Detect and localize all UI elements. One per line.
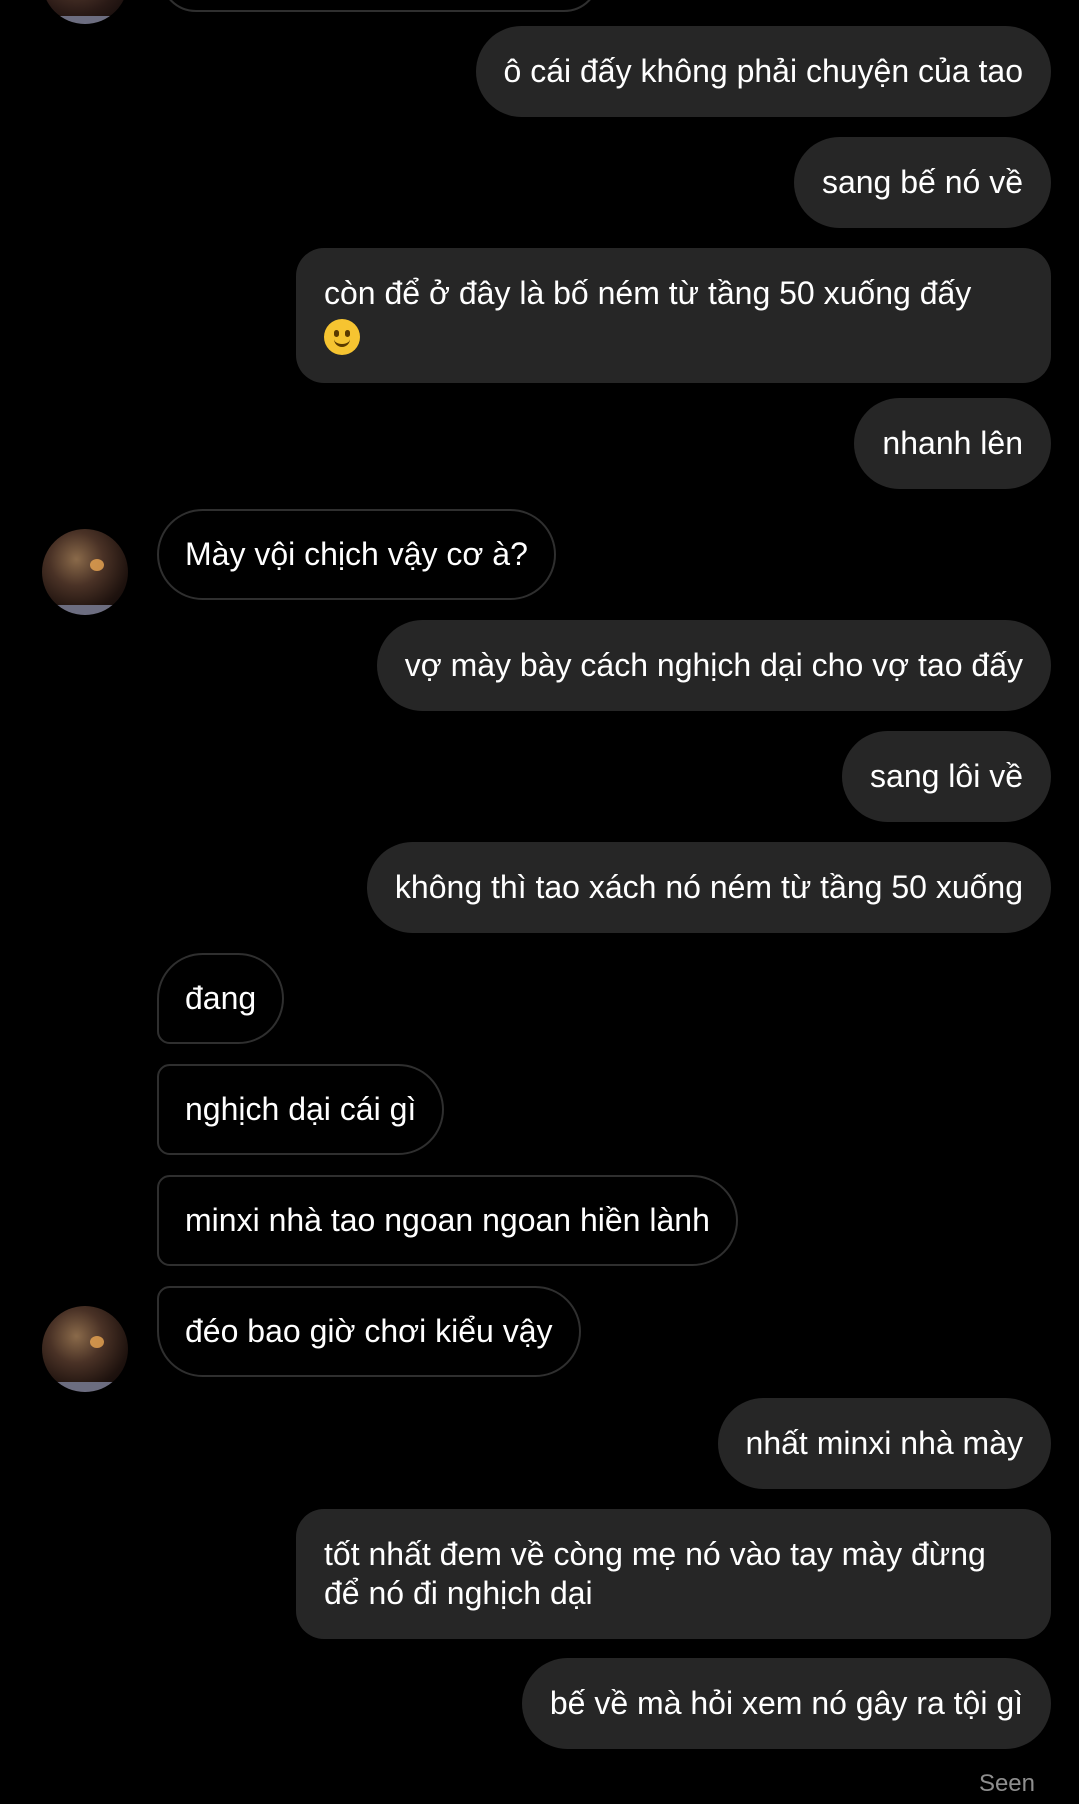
message-text: không thì tao xách nó ném từ tầng 50 xuố… bbox=[394, 869, 1023, 905]
seen-status: Seen bbox=[978, 1770, 1035, 1797]
outgoing-message-bubble[interactable]: nhất minxi nhà mày bbox=[717, 1398, 1051, 1489]
incoming-message-bubble[interactable]: đang bbox=[157, 953, 285, 1044]
message-text: ô cái đấy không phải chuyện của tao bbox=[503, 53, 1023, 89]
outgoing-message-bubble[interactable]: còn để ở đây là bố ném từ tầng 50 xuống … bbox=[296, 248, 1051, 383]
outgoing-message-bubble[interactable]: sang bế nó về bbox=[793, 137, 1051, 228]
message-text: sang lôi về bbox=[870, 758, 1023, 794]
avatar[interactable] bbox=[42, 1306, 128, 1392]
message-text: vợ mày bày cách nghịch dại cho vợ tao đấ… bbox=[404, 647, 1023, 683]
message-text: đéo bao giờ chơi kiểu vậy bbox=[185, 1313, 553, 1349]
outgoing-message-bubble[interactable]: không thì tao xách nó ném từ tầng 50 xuố… bbox=[366, 842, 1051, 933]
message-text: nhanh lên bbox=[882, 425, 1023, 461]
avatar[interactable] bbox=[42, 529, 128, 615]
message-text: Mày vội chịch vậy cơ à? bbox=[185, 536, 528, 572]
outgoing-message-bubble[interactable]: bế về mà hỏi xem nó gây ra tội gì bbox=[521, 1658, 1051, 1749]
incoming-message-bubble[interactable]: nghịch dại cái gì bbox=[157, 1064, 445, 1155]
outgoing-message-bubble[interactable]: sang lôi về bbox=[842, 731, 1051, 822]
incoming-message-bubble[interactable]: Mày vội chịch vậy cơ à? bbox=[157, 509, 556, 600]
outgoing-message-bubble[interactable]: nhanh lên bbox=[854, 398, 1051, 489]
message-text: tốt nhất đem về còng mẹ nó vào tay mày đ… bbox=[324, 1536, 986, 1611]
message-text: nghịch dại cái gì bbox=[185, 1091, 417, 1127]
incoming-message-bubble[interactable]: đéo bao giờ chơi kiểu vậy bbox=[157, 1286, 581, 1377]
message-text: nhất minxi nhà mày bbox=[745, 1425, 1023, 1461]
slightly-smiling-face-icon bbox=[324, 318, 360, 355]
message-text: minxi nhà tao ngoan ngoan hiền lành bbox=[185, 1202, 710, 1238]
incoming-message-bubble[interactable] bbox=[160, 0, 600, 12]
message-text: bế về mà hỏi xem nó gây ra tội gì bbox=[549, 1685, 1023, 1721]
outgoing-message-bubble[interactable]: tốt nhất đem về còng mẹ nó vào tay mày đ… bbox=[296, 1509, 1051, 1639]
outgoing-message-bubble[interactable]: ô cái đấy không phải chuyện của tao bbox=[475, 26, 1051, 117]
message-text: sang bế nó về bbox=[821, 164, 1023, 200]
outgoing-message-bubble[interactable]: vợ mày bày cách nghịch dại cho vợ tao đấ… bbox=[376, 620, 1051, 711]
message-text: đang bbox=[185, 980, 257, 1016]
avatar[interactable] bbox=[42, 0, 128, 24]
incoming-message-bubble[interactable]: minxi nhà tao ngoan ngoan hiền lành bbox=[157, 1175, 738, 1266]
message-text: còn để ở đây là bố ném từ tầng 50 xuống … bbox=[324, 275, 972, 311]
